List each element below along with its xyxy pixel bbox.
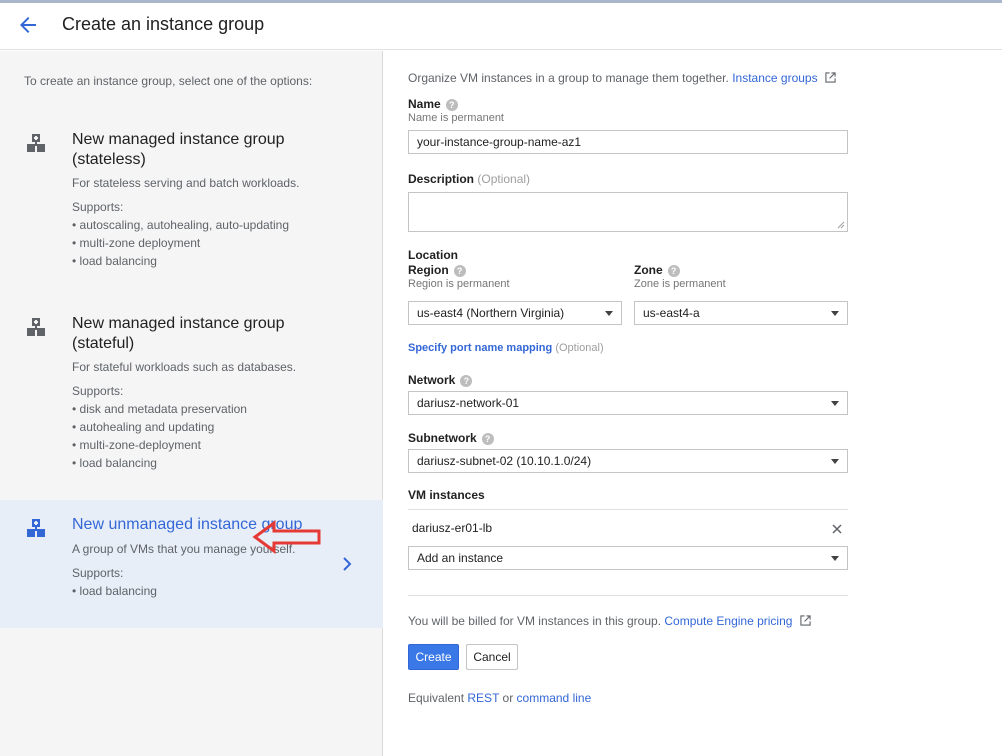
help-icon[interactable]: ? — [460, 374, 473, 387]
subnetwork-label: Subnetwork? — [408, 431, 494, 445]
instance-group-form: Organize VM instances in a group to mana… — [408, 51, 1002, 756]
divider — [408, 509, 848, 510]
rest-link[interactable]: REST — [467, 691, 499, 705]
option-managed-stateful[interactable]: New managed instance group (stateful) Fo… — [0, 295, 383, 475]
location-label: Location — [408, 248, 458, 262]
option-title-sub: (stateful) — [72, 335, 135, 352]
name-hint: Name is permanent — [408, 112, 504, 124]
help-icon[interactable]: ? — [445, 98, 458, 111]
option-panel: To create an instance group, select one … — [0, 51, 383, 756]
chevron-right-icon[interactable] — [338, 555, 356, 573]
external-link-icon[interactable] — [796, 614, 811, 628]
help-icon[interactable]: ? — [481, 432, 494, 445]
red-annotation-arrow-icon — [252, 520, 322, 554]
dropdown-caret-icon — [831, 459, 839, 464]
network-select[interactable]: dariusz-network-01 — [408, 391, 848, 415]
port-mapping-row: Specify port name mapping (Optional) — [408, 342, 604, 354]
add-instance-select[interactable]: Add an instance — [408, 546, 848, 570]
vm-instances-label: VM instances — [408, 488, 485, 502]
billing-note: You will be billed for VM instances in t… — [408, 614, 811, 628]
close-icon[interactable] — [831, 522, 843, 534]
option-supports: Supports: • autoscaling, autohealing, au… — [72, 200, 290, 268]
name-input[interactable] — [408, 130, 848, 154]
description-label: Description (Optional) — [408, 172, 531, 186]
region-hint: Region is permanent — [408, 278, 510, 290]
option-title: New managed instance group — [72, 315, 285, 332]
instance-group-icon — [25, 317, 47, 339]
option-intro-text: To create an instance group, select one … — [24, 74, 313, 88]
region-label: Region? — [408, 263, 466, 277]
cancel-button[interactable]: Cancel — [466, 644, 518, 670]
option-unmanaged[interactable]: New unmanaged instance group A group of … — [0, 500, 383, 628]
dropdown-caret-icon — [831, 311, 839, 316]
option-supports: Supports: • disk and metadata preservati… — [72, 384, 247, 470]
page-title: Create an instance group — [62, 14, 265, 34]
zone-select[interactable]: us-east4-a — [634, 301, 848, 325]
option-title-sub: (stateless) — [72, 151, 146, 168]
region-select[interactable]: us-east4 (Northern Virginia) — [408, 301, 622, 325]
back-arrow-icon[interactable] — [14, 11, 42, 39]
dropdown-caret-icon — [605, 311, 613, 316]
compute-engine-pricing-link[interactable]: Compute Engine pricing — [664, 614, 792, 628]
vm-instance-item: dariusz-er01-lb — [412, 521, 493, 535]
instance-groups-link[interactable]: Instance groups — [732, 71, 817, 85]
dropdown-caret-icon — [831, 401, 839, 406]
option-description: For stateless serving and batch workload… — [72, 176, 300, 190]
option-managed-stateless[interactable]: New managed instance group (stateless) F… — [0, 111, 383, 271]
external-link-icon[interactable] — [821, 71, 836, 85]
description-textarea[interactable] — [408, 192, 848, 232]
option-description: For stateful workloads such as databases… — [72, 360, 297, 374]
form-intro: Organize VM instances in a group to mana… — [408, 71, 836, 85]
dropdown-caret-icon — [831, 556, 839, 561]
name-label: Name? — [408, 97, 458, 111]
equivalent-row: Equivalent REST or command line — [408, 691, 592, 705]
help-icon[interactable]: ? — [667, 264, 680, 277]
page-header: Create an instance group — [0, 3, 1002, 50]
divider — [408, 595, 848, 596]
help-icon[interactable]: ? — [453, 264, 466, 277]
create-button[interactable]: Create — [408, 644, 459, 670]
instance-group-icon — [25, 518, 47, 540]
network-label: Network? — [408, 373, 473, 387]
subnetwork-select[interactable]: dariusz-subnet-02 (10.10.1.0/24) — [408, 449, 848, 473]
option-title: New managed instance group — [72, 131, 285, 148]
zone-hint: Zone is permanent — [634, 278, 726, 290]
command-line-link[interactable]: command line — [517, 691, 592, 705]
zone-label: Zone? — [634, 263, 680, 277]
port-mapping-link[interactable]: Specify port name mapping — [408, 342, 552, 354]
instance-group-icon — [25, 133, 47, 155]
option-supports: Supports: • load balancing — [72, 566, 157, 598]
